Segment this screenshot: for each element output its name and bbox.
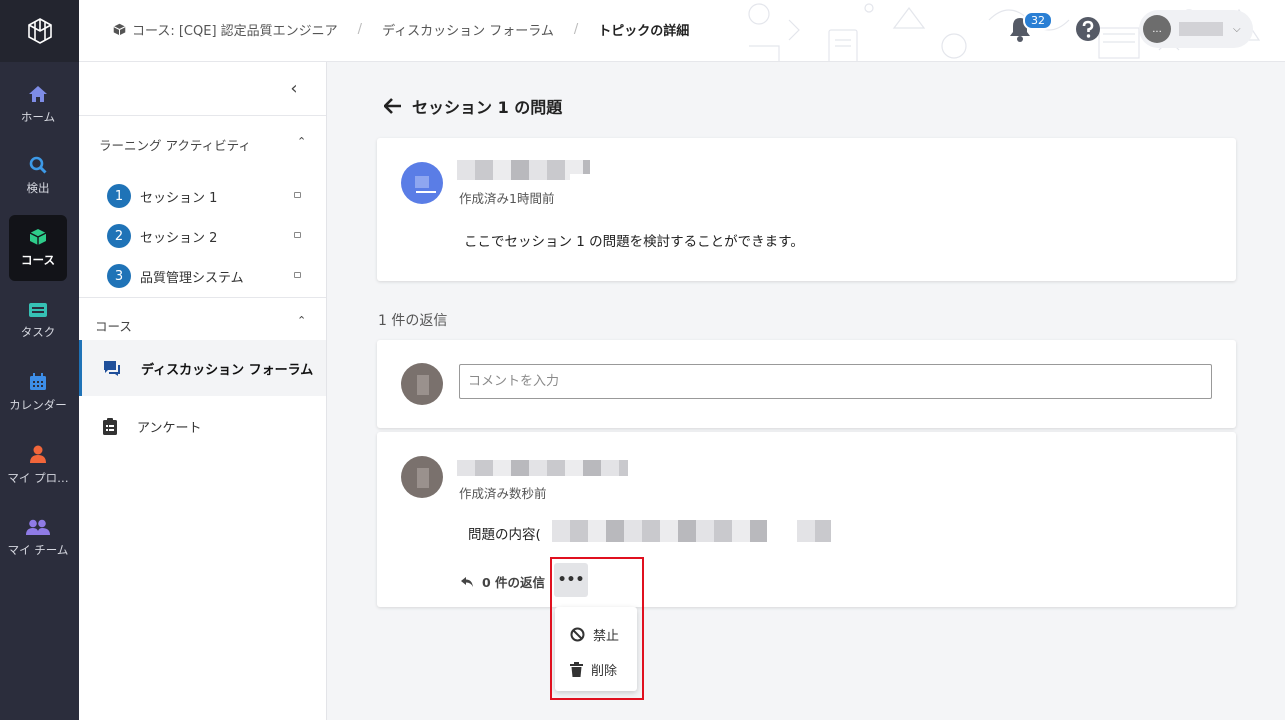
breadcrumb-forum[interactable]: ディスカッション フォーラム [382, 20, 554, 39]
sidebar-item-session-2[interactable]: 2 セッション 2 [107, 224, 217, 248]
page-title: セッション 1 の問題 [412, 98, 563, 117]
reply-body-redacted [552, 520, 767, 542]
replies-count: 1 件の返信 [378, 313, 448, 329]
calendar-icon [30, 373, 46, 390]
lock-icon [294, 272, 301, 278]
sidebar-item-session-3[interactable]: 3 品質管理システム [107, 264, 244, 288]
avatar: ... [1143, 15, 1171, 43]
nav-item-tasks[interactable]: タスク [9, 288, 67, 354]
nav-item-my-profile[interactable]: マイ プロ… [7, 432, 69, 498]
nav-item-my-team[interactable]: マイ チーム [7, 505, 69, 571]
avatar [401, 363, 443, 405]
user-menu[interactable]: ... ⌵ [1139, 10, 1253, 48]
section-collapse-chevron-icon[interactable]: ⌃ [297, 314, 306, 327]
nav-rail: ホーム 検出 コース タスク カレンダー マイ プロ… マイ チーム [0, 0, 79, 720]
reply-arrow-icon [461, 576, 473, 587]
author-subtitle-redacted [457, 174, 570, 180]
reply-body: 問題の内容( [468, 527, 541, 543]
reply-count-label: 0 件の返信 [482, 575, 546, 590]
nav-label: カレンダー [9, 398, 67, 412]
breadcrumb-separator: / [573, 22, 579, 37]
nav-label: マイ プロ… [7, 470, 69, 485]
author-name-redacted [457, 160, 590, 174]
user-icon [30, 445, 46, 463]
reply-timestamp: 作成済み数秒前 [459, 486, 547, 501]
section-title-learning: ラーニング アクティビティ [99, 138, 251, 153]
back-to-forum[interactable]: セッション 1 の問題 [384, 94, 562, 118]
session-number: 2 [107, 224, 131, 248]
home-icon [29, 86, 47, 102]
app-logo[interactable] [0, 0, 79, 62]
sidebar-link-label: ディスカッション フォーラム [141, 362, 314, 378]
chevron-down-icon: ⌵ [1233, 23, 1241, 35]
session-number: 1 [107, 184, 131, 208]
arrow-left-icon [384, 98, 401, 114]
session-label: 品質管理システム [140, 270, 244, 286]
course-cube-icon [113, 23, 126, 36]
author-name-redacted [457, 460, 628, 476]
notification-count-badge: 32 [1023, 11, 1053, 30]
clipboard-icon [103, 417, 117, 435]
section-title-course: コース [95, 319, 132, 334]
nav-label: ホーム [20, 110, 56, 124]
session-label: セッション 1 [140, 190, 218, 206]
comment-input[interactable] [459, 364, 1212, 399]
nav-label: タスク [20, 325, 56, 339]
search-icon [29, 156, 47, 174]
top-header: コース: [CQE] 認定品質エンジニア / ディスカッション フォーラム / … [79, 0, 1285, 62]
breadcrumb-course[interactable]: コース: [CQE] 認定品質エンジニア [132, 20, 338, 39]
reply-body-redacted [797, 520, 831, 542]
reply-count-link[interactable]: 0 件の返信 [460, 572, 545, 591]
divider [79, 115, 326, 116]
team-icon [26, 519, 50, 535]
topic-post-card: 作成済み1時間前 ここでセッション 1 の問題を検討することができます。 [377, 138, 1236, 281]
sidebar-item-survey[interactable]: アンケート [79, 398, 326, 454]
section-collapse-chevron-icon[interactable]: ⌃ [297, 135, 306, 148]
help-icon[interactable] [1075, 16, 1101, 42]
post-body: ここでセッション 1 の問題を検討することができます。 [464, 234, 804, 250]
nav-item-home[interactable]: ホーム [9, 72, 67, 138]
nav-label: マイ チーム [7, 542, 69, 557]
chat-icon [104, 361, 120, 376]
nav-item-course[interactable]: コース [9, 215, 67, 281]
lock-icon [294, 232, 301, 238]
sidebar-item-session-1[interactable]: 1 セッション 1 [107, 184, 217, 208]
lock-icon [294, 192, 301, 198]
nav-item-search[interactable]: 検出 [9, 143, 67, 209]
breadcrumb: コース: [CQE] 認定品質エンジニア / ディスカッション フォーラム / … [113, 20, 689, 39]
breadcrumb-current: トピックの詳細 [598, 24, 690, 39]
user-name-redacted [1179, 22, 1223, 36]
task-list-icon [29, 303, 47, 317]
session-number: 3 [107, 264, 131, 288]
divider [79, 297, 326, 298]
nav-item-calendar[interactable]: カレンダー [9, 360, 67, 426]
breadcrumb-separator: / [357, 22, 363, 37]
avatar [401, 456, 443, 498]
nav-label: コース [21, 253, 55, 267]
sidebar-link-label: アンケート [137, 420, 202, 436]
avatar [401, 162, 443, 204]
sidebar-item-discussion-forum[interactable]: ディスカッション フォーラム [79, 340, 326, 396]
course-sidebar: ‹ ラーニング アクティビティ ⌃ 1 セッション 1 2 セッション 2 3 … [79, 62, 327, 720]
nav-label: 検出 [26, 181, 50, 195]
collapse-sidebar-icon[interactable]: ‹ [284, 78, 304, 100]
highlight-box [550, 557, 644, 700]
logo-cube-icon [27, 18, 52, 44]
post-timestamp: 作成済み1時間前 [459, 191, 555, 206]
cube-icon [29, 229, 47, 245]
session-label: セッション 2 [140, 230, 218, 246]
